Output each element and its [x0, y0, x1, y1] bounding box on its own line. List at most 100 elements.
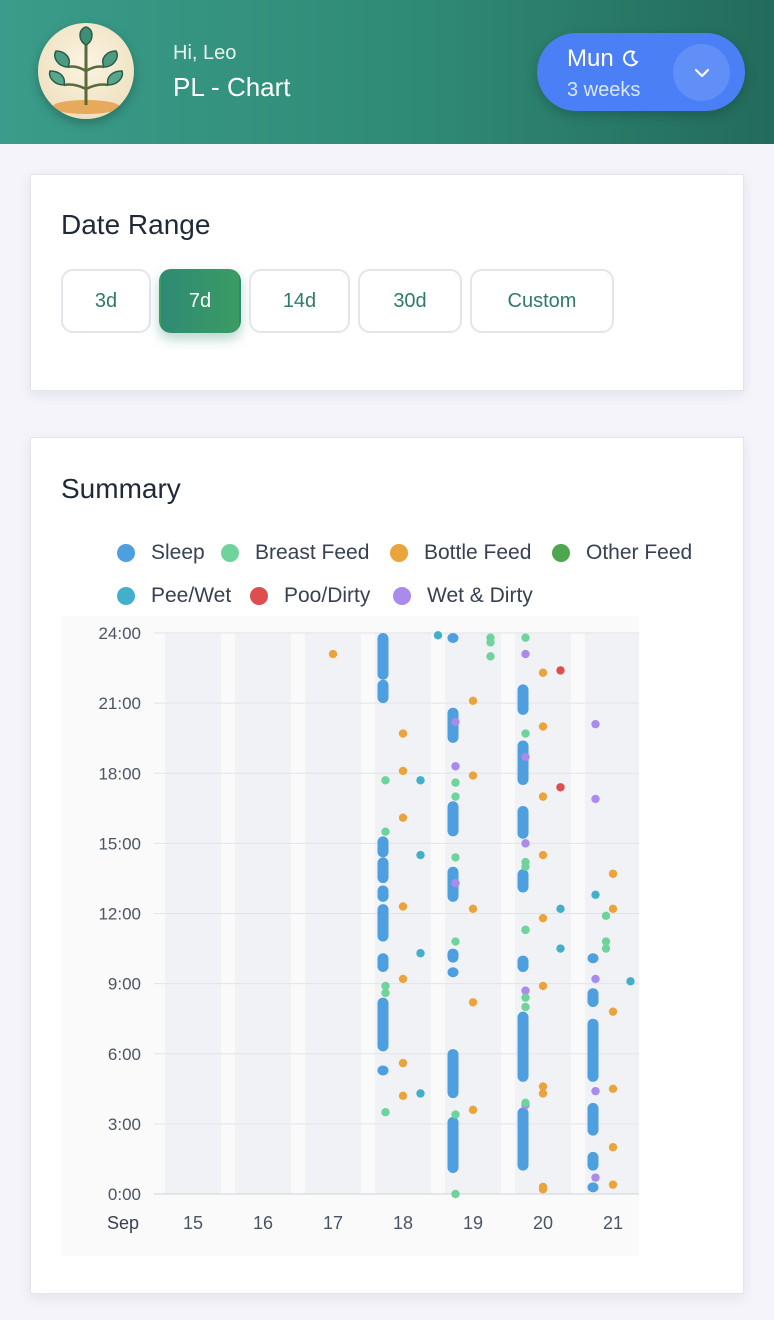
event-dot-bottle [538, 850, 548, 860]
y-tick-label: 15:00 [98, 834, 141, 853]
app-title: PL - Chart [173, 72, 291, 102]
x-tick-label: 19 [463, 1213, 483, 1233]
moon-icon [622, 50, 639, 67]
event-dot-breast [521, 1098, 530, 1108]
chevron-down-icon [694, 68, 709, 77]
legend-dot [117, 587, 135, 605]
profile-switcher-button[interactable]: Mun 3 weeks [537, 33, 745, 111]
app-header: Hi, Leo PL - Chart Mun 3 weeks [0, 0, 774, 144]
event-dot-bottle [398, 902, 408, 911]
event-dot-both [451, 717, 460, 727]
y-tick-label: 0:00 [108, 1185, 141, 1204]
x-tick-label: 15 [183, 1213, 203, 1233]
date-range-title: Date Range [61, 209, 211, 240]
event-dot-pee [416, 1089, 425, 1098]
legend-item-bottle-feed[interactable]: Bottle Feed [390, 541, 531, 565]
sleep-bar [517, 684, 529, 715]
range-custom-button[interactable]: Custom [470, 269, 614, 333]
profile-age: 3 weeks [567, 79, 641, 101]
sleep-bar [377, 633, 389, 680]
sleep-bar [447, 948, 459, 963]
legend-dot [393, 587, 411, 605]
greeting-text: Hi, Leo [173, 42, 237, 64]
sleep-bar [447, 1116, 459, 1173]
summary-chart: 0:00 3:00 6:00 9:00 12:00 15:00 18:00 21:00 24:0… [61, 616, 639, 1256]
legend-dot [117, 544, 135, 562]
event-dot-breast [451, 1189, 460, 1199]
y-tick-label: 9:00 [108, 975, 141, 994]
event-dot-breast [521, 925, 530, 935]
sleep-bar [377, 904, 389, 942]
event-dot-pee [416, 776, 425, 785]
legend-item-other-feed[interactable]: Other Feed [552, 541, 692, 565]
range-30d-button[interactable]: 30d [358, 269, 462, 333]
event-dot-both [591, 719, 600, 729]
sleep-bar [377, 836, 389, 858]
event-dot-both [591, 1086, 600, 1096]
legend-item-sleep[interactable]: Sleep [117, 541, 205, 565]
event-dot-breast [381, 776, 390, 785]
sleep-bar [377, 997, 389, 1052]
event-dot-both [591, 794, 600, 804]
legend-item-poo-dirty[interactable]: Poo/Dirty [250, 584, 370, 608]
x-tick-label: 21 [603, 1213, 623, 1233]
legend-item-breast-feed[interactable]: Breast Feed [221, 541, 369, 565]
sleep-bar [587, 953, 599, 964]
x-tick-label: 16 [253, 1213, 273, 1233]
event-dot-both [521, 839, 530, 848]
event-dot-poo [556, 666, 565, 675]
event-dot-bottle [538, 722, 548, 731]
x-tick-label: 17 [323, 1213, 343, 1233]
y-tick-label: 12:00 [98, 905, 141, 924]
legend-item-pee-wet[interactable]: Pee/Wet [117, 584, 231, 608]
sleep-bar [447, 633, 459, 643]
summary-title: Summary [61, 473, 181, 504]
date-range-card: Date Range 3d 7d 14d 30d Custom [30, 174, 744, 391]
event-dot-pee [556, 904, 565, 914]
sleep-bar [587, 988, 599, 1007]
event-dot-bottle [538, 668, 548, 677]
event-dot-breast [486, 652, 495, 661]
y-tick-label: 24:00 [98, 624, 141, 643]
event-dot-bottle [468, 696, 478, 705]
sleep-bar [447, 801, 459, 837]
range-3d-button[interactable]: 3d [61, 269, 151, 333]
sleep-bar [517, 740, 529, 785]
sleep-bar [587, 1182, 599, 1193]
event-dot-breast [381, 1107, 390, 1117]
sleep-bar [377, 1065, 389, 1076]
x-tick-label: 20 [533, 1213, 553, 1233]
event-dot-bottle [538, 1185, 548, 1194]
legend-label: Other Feed [586, 541, 693, 564]
profile-dropdown-toggle[interactable] [673, 44, 730, 101]
event-dot-bottle [398, 766, 408, 776]
event-dot-bottle [398, 1058, 408, 1068]
event-dot-breast [521, 993, 530, 1002]
event-dot-bottle [538, 913, 548, 923]
plant-icon [48, 26, 124, 114]
legend-dot [250, 587, 268, 605]
legend-dot [390, 544, 408, 562]
sleep-bar [517, 1107, 529, 1171]
event-dot-breast [521, 1002, 530, 1012]
event-dot-bottle [468, 1105, 478, 1115]
range-7d-button[interactable]: 7d [159, 269, 241, 333]
sleep-bar [587, 1018, 599, 1082]
event-dot-breast [451, 1110, 460, 1119]
event-dot-bottle [608, 904, 618, 914]
event-dot-breast [601, 911, 611, 921]
sleep-bar [517, 805, 529, 839]
legend-label: Breast Feed [255, 541, 370, 564]
event-dot-breast [381, 827, 390, 836]
legend-item-wet-dirty[interactable]: Wet & Dirty [393, 584, 533, 608]
sleep-bar [587, 1102, 599, 1136]
sleep-bar [377, 679, 389, 704]
event-dot-breast [451, 792, 460, 801]
range-14d-button[interactable]: 14d [249, 269, 350, 333]
event-dot-bottle [608, 1084, 618, 1094]
event-dot-pee [556, 944, 565, 953]
profile-name-row: Mun [567, 45, 640, 73]
y-tick-label: 18:00 [98, 764, 141, 783]
event-dot-both [521, 649, 530, 659]
event-dot-pee [416, 850, 425, 860]
